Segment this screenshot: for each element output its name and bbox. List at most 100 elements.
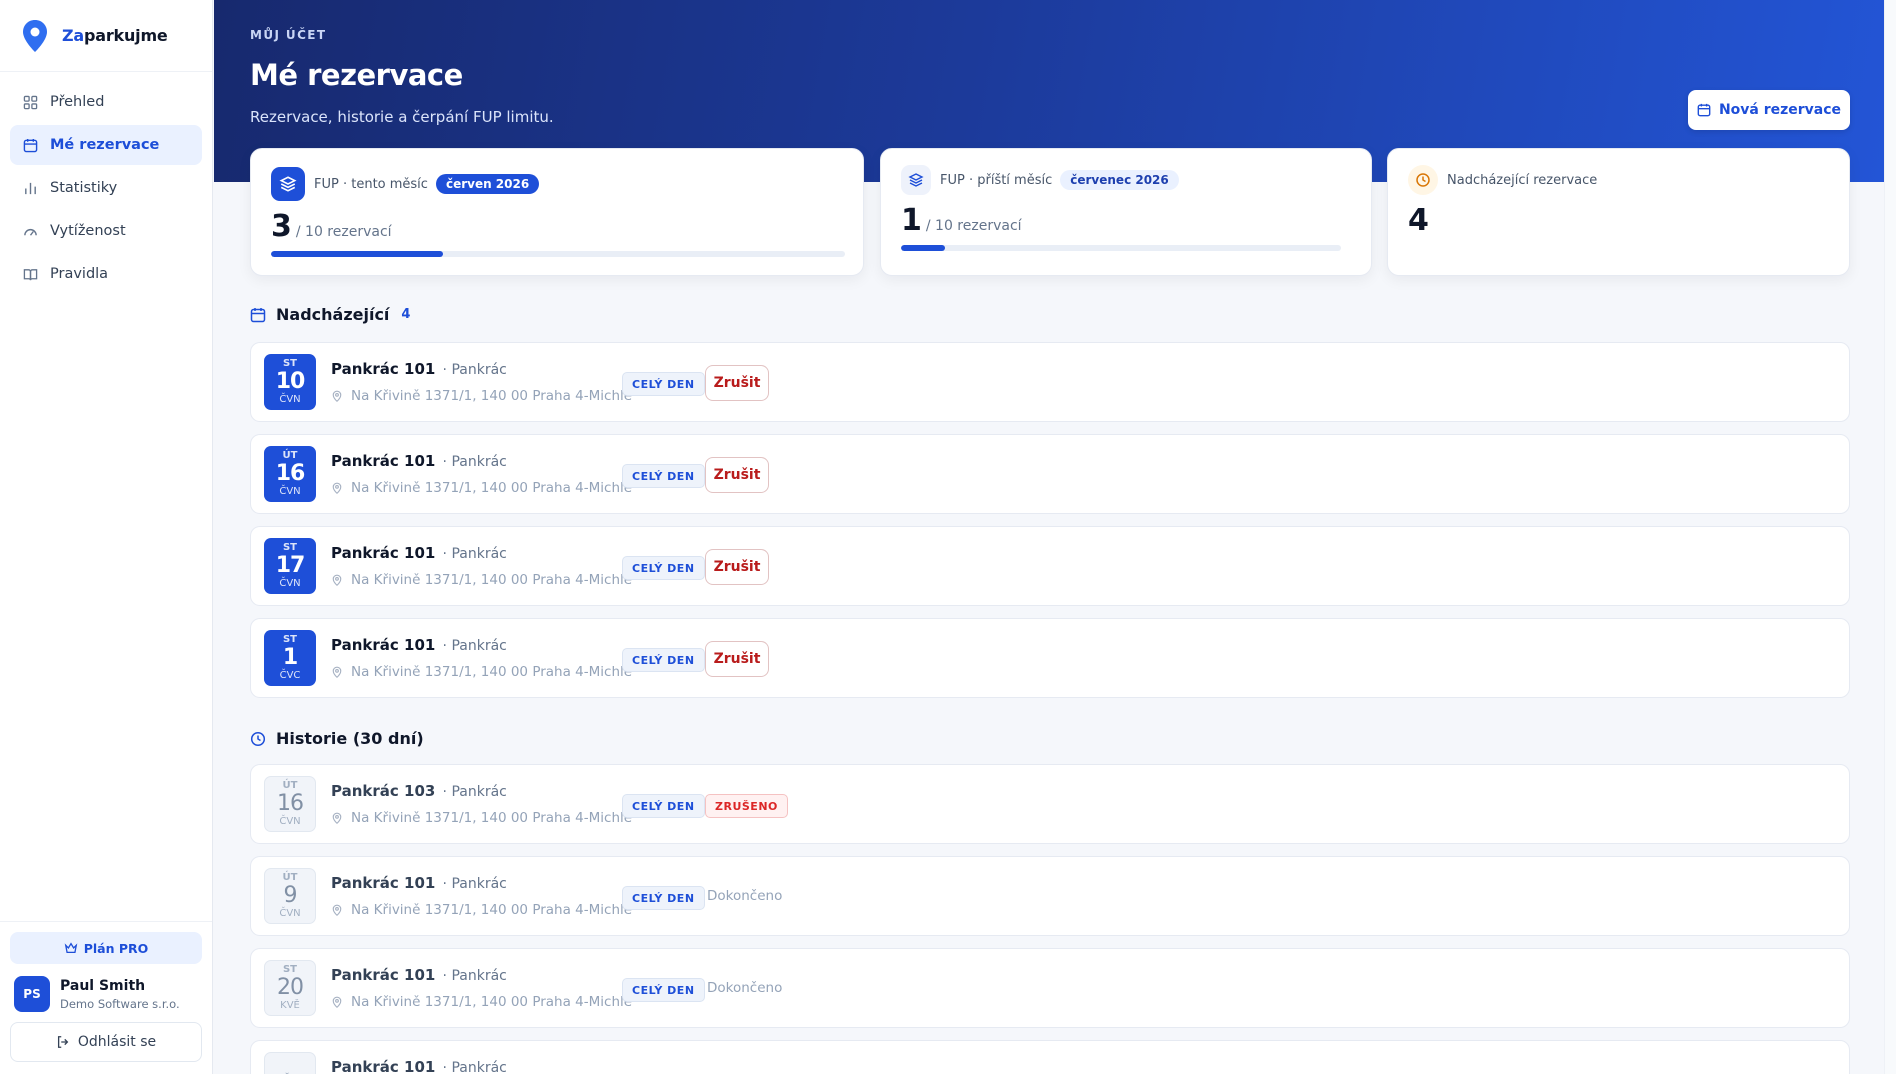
reservation-row[interactable]: ST 1 ČVC Pankrác 101 · Pankrác Na Křivině … — [250, 618, 1850, 698]
date-badge: ST 1 ČVC — [264, 630, 316, 686]
address: Na Křivině 1371/1, 140 00 Praha 4-Michle — [331, 902, 632, 918]
sidebar-item-statistiky[interactable]: Statistiky — [10, 168, 202, 208]
cancel-button[interactable]: Zrušit — [705, 641, 769, 677]
all-day-badge: CELÝ DEN — [622, 886, 705, 910]
place-name: Pankrác 101 · Pankrác — [331, 360, 507, 378]
clock-icon — [250, 731, 266, 747]
sidebar-footer: Plán PRO PS Paul Smith Demo Software s.r… — [0, 921, 212, 1074]
address: Na Křivině 1371/1, 140 00 Praha 4-Michle — [331, 480, 632, 496]
place-name: Pankrác 101 · Pankrác — [331, 544, 507, 562]
history-row[interactable]: ÚT 16 ČVN Pankrác 103 · Pankrác Na Křivině… — [250, 764, 1850, 844]
breadcrumb: MŮJ ÚČET — [250, 28, 327, 42]
sidebar-item-label: Přehled — [50, 94, 105, 110]
date-day: 17 — [275, 553, 306, 578]
date-day: 9 — [283, 883, 298, 908]
fup-current-unit: / 10 rezervací — [295, 224, 392, 240]
layers-icon — [901, 165, 931, 195]
place-area: · Pankrác — [442, 968, 507, 984]
date-day: 16 — [277, 791, 304, 816]
plan-badge[interactable]: Plán PRO — [10, 932, 202, 964]
history-row[interactable]: ČT Pankrác 101 · Pankrác — [250, 1040, 1850, 1074]
date-month: ČVN — [279, 908, 301, 919]
upcoming-count: 4 — [1408, 203, 1429, 238]
upcoming-count-badge: 4 — [401, 307, 411, 322]
sidebar-item-vytizenost[interactable]: Vytíženost — [10, 211, 202, 251]
fup-next-header: FUP · příští měsíc červenec 2026 — [901, 165, 1179, 195]
place-area: · Pankrác — [442, 546, 507, 562]
upcoming-section-title: Nadcházející 4 — [250, 305, 410, 324]
reservation-row[interactable]: ÚT 16 ČVN Pankrác 101 · Pankrác Na Křivině… — [250, 434, 1850, 514]
place-name: Pankrác 101 · Pankrác — [331, 966, 507, 984]
sidebar-item-label: Mé rezervace — [50, 137, 160, 153]
all-day-badge: CELÝ DEN — [622, 372, 705, 396]
calendar-icon — [1697, 103, 1711, 117]
date-weekday: ST — [282, 964, 298, 975]
date-day: 16 — [275, 461, 306, 486]
user-name: Paul Smith — [60, 977, 146, 994]
date-month: ČVC — [279, 670, 301, 681]
reservation-row[interactable]: ST 10 ČVN Pankrác 101 · Pankrác Na Křivině… — [250, 342, 1850, 422]
history-row[interactable]: ÚT 9 ČVN Pankrác 101 · Pankrác Na Křivině … — [250, 856, 1850, 936]
upcoming-count-value: 4 — [1408, 203, 1429, 238]
sidebar-item-pravidla[interactable]: Pravidla — [10, 254, 202, 294]
clock-icon — [1408, 165, 1438, 195]
gauge-icon — [22, 223, 38, 239]
calendar-icon — [250, 307, 266, 323]
cancel-button[interactable]: Zrušit — [705, 457, 769, 493]
date-day: 20 — [277, 975, 304, 1000]
logout-button[interactable]: Odhlásit se — [10, 1022, 202, 1062]
place-area: · Pankrác — [442, 784, 507, 800]
book-icon — [22, 266, 38, 282]
scrollbar[interactable] — [1884, 0, 1896, 1074]
sidebar-nav: Přehled Mé rezervace Statistiky Vytíženo… — [0, 72, 212, 307]
map-pin-icon — [331, 666, 343, 678]
user-profile[interactable]: PS Paul Smith Demo Software s.r.o. — [10, 964, 202, 1022]
map-pin-icon — [331, 390, 343, 402]
date-badge: ÚT 16 ČVN — [264, 446, 316, 502]
location-pin-logo-icon — [20, 19, 50, 53]
sidebar-item-me-rezervace[interactable]: Mé rezervace — [10, 125, 202, 165]
cancel-button[interactable]: Zrušit — [705, 365, 769, 401]
map-pin-icon — [331, 482, 343, 494]
place-area: · Pankrác — [442, 362, 507, 378]
cancelled-status-badge: ZRUŠENO — [705, 794, 788, 818]
completed-status: Dokončeno — [707, 888, 783, 904]
address: Na Křivině 1371/1, 140 00 Praha 4-Michle — [331, 572, 632, 588]
reservation-row[interactable]: ST 17 ČVN Pankrác 101 · Pankrác Na Křivině… — [250, 526, 1850, 606]
address: Na Křivině 1371/1, 140 00 Praha 4-Michle — [331, 388, 632, 404]
fup-current-progress — [271, 251, 845, 257]
upcoming-count-card: Nadcházející rezervace 4 — [1387, 148, 1850, 276]
date-weekday: ÚT — [282, 872, 298, 883]
all-day-badge: CELÝ DEN — [622, 978, 705, 1002]
place-name: Pankrác 101 · Pankrác — [331, 874, 507, 892]
date-weekday: ÚT — [282, 780, 298, 791]
bar-chart-icon — [22, 180, 38, 196]
user-company: Demo Software s.r.o. — [60, 996, 180, 1011]
date-month: ČVN — [279, 816, 301, 827]
sidebar-item-prehled[interactable]: Přehled — [10, 82, 202, 122]
logout-icon — [56, 1035, 70, 1049]
date-weekday: ST — [282, 542, 298, 553]
all-day-badge: CELÝ DEN — [622, 648, 705, 672]
fup-next-progress — [901, 245, 1341, 251]
new-reservation-button[interactable]: Nová rezervace — [1688, 90, 1850, 130]
date-weekday: ST — [282, 358, 298, 369]
cancel-button[interactable]: Zrušit — [705, 549, 769, 585]
history-section-title: Historie (30 dní) — [250, 729, 424, 748]
date-weekday: ÚT — [282, 450, 298, 461]
app: Zaparkujme Přehled Mé rezervace Statisti… — [0, 0, 1896, 1074]
date-badge: ÚT 16 ČVN — [264, 776, 316, 832]
fup-current-month-badge: červen 2026 — [435, 174, 540, 194]
place-name: Pankrác 101 · Pankrác — [331, 452, 507, 470]
sidebar-item-label: Vytíženost — [50, 223, 126, 239]
date-badge: ST 20 KVĚ — [264, 960, 316, 1016]
brand[interactable]: Zaparkujme — [0, 0, 212, 72]
history-row[interactable]: ST 20 KVĚ Pankrác 101 · Pankrác Na Křivině… — [250, 948, 1850, 1028]
calendar-icon — [22, 137, 38, 153]
fup-next-value: 1/ 10 rezervací — [901, 203, 1022, 238]
fup-next-progress-fill — [901, 245, 945, 251]
fup-current-card: FUP · tento měsíc červen 2026 3/ 10 reze… — [250, 148, 864, 276]
date-month: ČVN — [279, 394, 301, 405]
date-badge: ST 17 ČVN — [264, 538, 316, 594]
place-area: · Pankrác — [442, 1060, 507, 1074]
